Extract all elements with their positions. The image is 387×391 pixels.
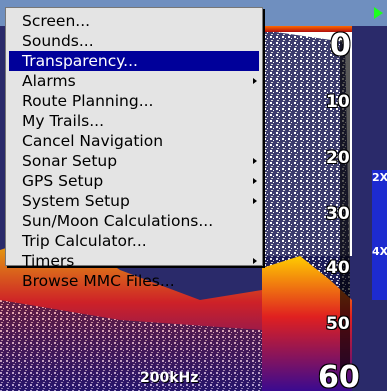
depth-label-50: 50 [326, 314, 350, 334]
depth-label-20: 20 [326, 148, 350, 168]
depth-label-30: 30 [326, 204, 350, 224]
zoom-4x-button[interactable]: 4X [372, 246, 387, 257]
menu-item-label: Alarms [22, 72, 76, 90]
caret-right-icon [253, 178, 257, 184]
menu-item-cancel-navigation[interactable]: Cancel Navigation [6, 131, 262, 151]
menu-item-alarms[interactable]: Alarms [6, 71, 262, 91]
menu-item-label: Timers [22, 252, 75, 270]
menu-item-route-planning[interactable]: Route Planning... [6, 91, 262, 111]
depth-label-0: 0 [330, 28, 351, 63]
menu-item-trip-calculator[interactable]: Trip Calculator... [6, 231, 262, 251]
depth-label-40: 40 [326, 258, 350, 278]
frequency-label: 200kHz [140, 370, 199, 386]
sonar-screen: 0 10 20 30 40 50 60 2X 4X 200kHz Screen.… [0, 0, 387, 391]
caret-right-icon [253, 258, 257, 264]
zoom-bar: 2X 4X [372, 170, 387, 300]
depth-label-60: 60 [318, 360, 360, 391]
depth-label-10: 10 [326, 92, 350, 112]
menu-item-gps-setup[interactable]: GPS Setup [6, 171, 262, 191]
menu-item-label: GPS Setup [22, 172, 104, 190]
menu-item-system-setup[interactable]: System Setup [6, 191, 262, 211]
menu-item-timers[interactable]: Timers [6, 251, 262, 271]
menu-item-label: System Setup [22, 192, 130, 210]
menu-item-label: Route Planning... [22, 92, 154, 110]
menu-item-label: Sonar Setup [22, 152, 118, 170]
caret-right-icon [253, 158, 257, 164]
main-menu: Screen... Sounds... Transparency... Alar… [5, 7, 263, 290]
menu-item-screen[interactable]: Screen... [6, 11, 262, 31]
menu-item-label: Transparency... [22, 52, 138, 70]
menu-item-label: My Trails... [22, 112, 105, 130]
menu-item-transparency[interactable]: Transparency... [9, 51, 259, 71]
menu-item-sonar-setup[interactable]: Sonar Setup [6, 151, 262, 171]
menu-item-browse-mmc[interactable]: Browse MMC Files... [6, 271, 262, 291]
menu-item-label: Sounds... [22, 32, 94, 50]
caret-right-icon [253, 198, 257, 204]
menu-item-sounds[interactable]: Sounds... [6, 31, 262, 51]
caret-right-icon [253, 78, 257, 84]
menu-item-sun-moon[interactable]: Sun/Moon Calculations... [6, 211, 262, 231]
menu-item-label: Cancel Navigation [22, 132, 164, 150]
menu-item-label: Screen... [22, 12, 91, 30]
menu-item-label: Browse MMC Files... [22, 272, 175, 290]
zoom-2x-button[interactable]: 2X [372, 172, 387, 183]
menu-item-label: Sun/Moon Calculations... [22, 212, 214, 230]
menu-item-my-trails[interactable]: My Trails... [6, 111, 262, 131]
menu-item-label: Trip Calculator... [22, 232, 147, 250]
